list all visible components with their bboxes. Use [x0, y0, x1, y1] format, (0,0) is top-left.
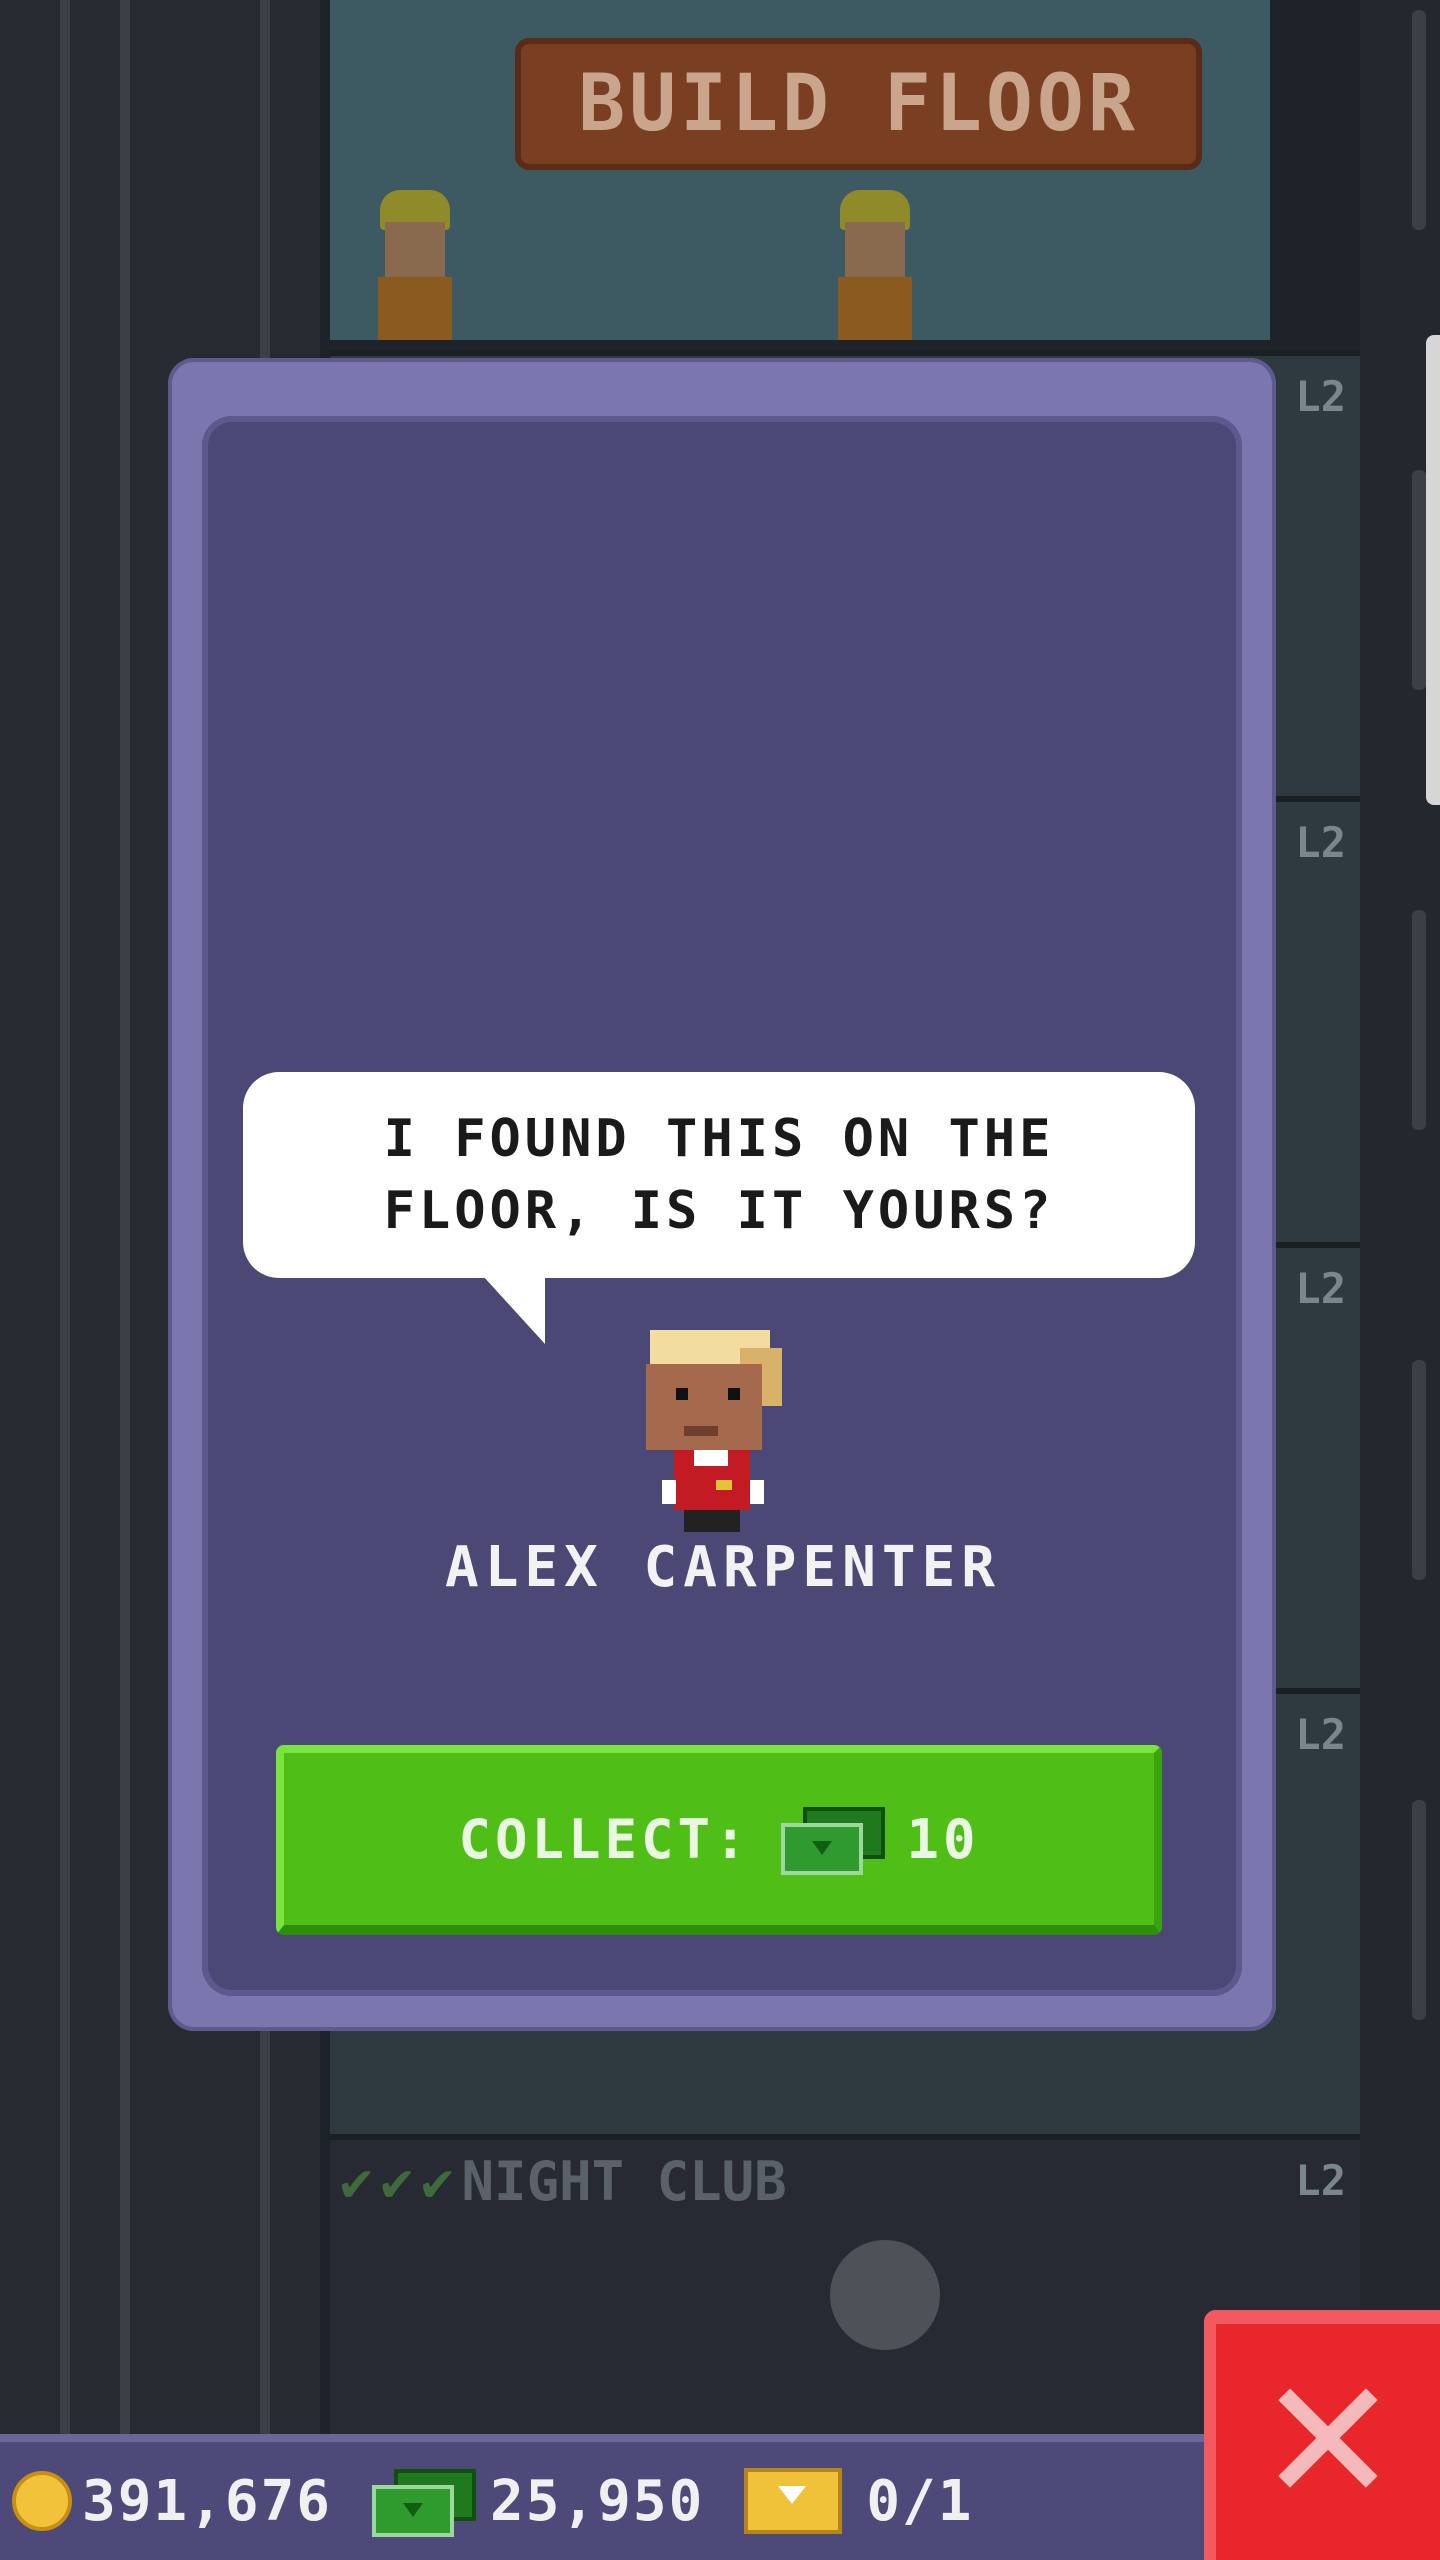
message-line-1: I FOUND THIS ON THE — [383, 1109, 1055, 1169]
collect-label: COLLECT: — [458, 1807, 751, 1871]
checkmark-icon: ✔ — [421, 2150, 454, 2213]
checkmark-icon: ✔ — [340, 2150, 373, 2213]
coin-count: 391,676 — [82, 2468, 333, 2534]
floor-level-tag: L2 — [1295, 818, 1346, 867]
speech-bubble-tail — [483, 1276, 545, 1344]
currency-bar: 391,676 25,950 0/1 — [0, 2434, 1210, 2560]
character-avatar — [642, 1330, 782, 1540]
coin-icon — [12, 2471, 72, 2531]
speech-bubble: I FOUND THIS ON THE FLOOR, IS IT YOURS? — [243, 1072, 1195, 1278]
ticket-count: 0/1 — [866, 2468, 974, 2534]
checkmark-icon: ✔ — [380, 2150, 414, 2213]
night-club-title: ✔ ✔ ✔ NIGHT CLUB — [340, 2150, 787, 2213]
build-floor-button[interactable]: BUILD FLOOR — [515, 38, 1202, 170]
disco-ball — [830, 2240, 940, 2350]
collect-amount: 10 — [906, 1807, 980, 1871]
message-line-2: FLOOR, IS IT YOURS? — [383, 1181, 1055, 1241]
close-button[interactable]: ✕ — [1204, 2310, 1440, 2560]
character-name: ALEX CARPENTER — [444, 1535, 1001, 1600]
floor-level-tag: L2 — [1295, 1710, 1346, 1759]
scrollbar[interactable] — [1426, 335, 1440, 805]
bux-count: 25,950 — [490, 2468, 705, 2534]
bux-icon — [372, 2469, 477, 2537]
builder-character — [830, 190, 920, 340]
floor-level-tag: L2 — [1295, 2156, 1346, 2205]
floor-level-tag: L2 — [1295, 372, 1346, 421]
floor-level-tag: L2 — [1295, 1264, 1346, 1313]
builder-character — [370, 190, 460, 340]
close-icon: ✕ — [1256, 2343, 1400, 2541]
ticket-icon — [744, 2468, 843, 2534]
night-club-label: NIGHT CLUB — [461, 2150, 787, 2213]
collect-button[interactable]: COLLECT: 10 — [276, 1745, 1162, 1935]
bux-icon — [780, 1807, 885, 1875]
